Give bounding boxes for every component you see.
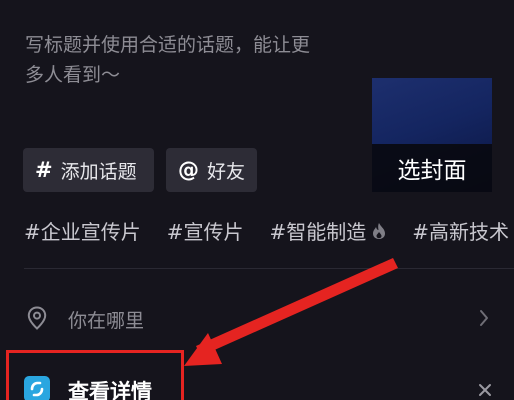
mention-friend-label: 好友 [207, 160, 246, 183]
close-icon[interactable] [478, 383, 492, 397]
suggested-tags: #企业宣传片 #宣传片 #智能制造 #高新技术 [24, 216, 509, 245]
tag-item[interactable]: #企业宣传片 [24, 216, 141, 245]
add-topic-button[interactable]: # 添加话题 [23, 148, 154, 192]
caption-input[interactable]: 写标题并使用合适的话题，能让更 多人看到～ [25, 30, 355, 90]
mention-friend-button[interactable]: @ 好友 [166, 148, 257, 192]
divider [24, 268, 514, 269]
hashtag-icon: # [35, 158, 53, 182]
view-details-row[interactable]: 查看详情 [0, 350, 514, 400]
map-pin-icon [27, 306, 47, 330]
location-label: 你在哪里 [68, 310, 145, 332]
caption-placeholder-line1: 写标题并使用合适的话题，能让更 [25, 34, 311, 56]
cover-thumbnail[interactable]: 选封面 [372, 78, 492, 192]
chevron-right-icon [480, 310, 488, 326]
link-app-icon [24, 376, 50, 400]
add-topic-label: 添加话题 [60, 160, 137, 183]
caption-placeholder-line2: 多人看到～ [25, 64, 121, 86]
publish-screen: 写标题并使用合适的话题，能让更 多人看到～ 选封面 # 添加话题 @ 好友 #企… [0, 0, 514, 400]
tag-item[interactable]: #宣传片 [167, 216, 244, 245]
location-row[interactable]: 你在哪里 [0, 296, 514, 340]
at-icon: @ [178, 158, 199, 182]
flame-icon [373, 222, 386, 239]
tag-item[interactable]: #智能制造 [270, 216, 387, 245]
select-cover-label: 选封面 [397, 158, 467, 184]
view-details-label: 查看详情 [68, 380, 152, 400]
cover-label-bar: 选封面 [372, 144, 492, 192]
tag-item[interactable]: #高新技术 [412, 216, 509, 245]
